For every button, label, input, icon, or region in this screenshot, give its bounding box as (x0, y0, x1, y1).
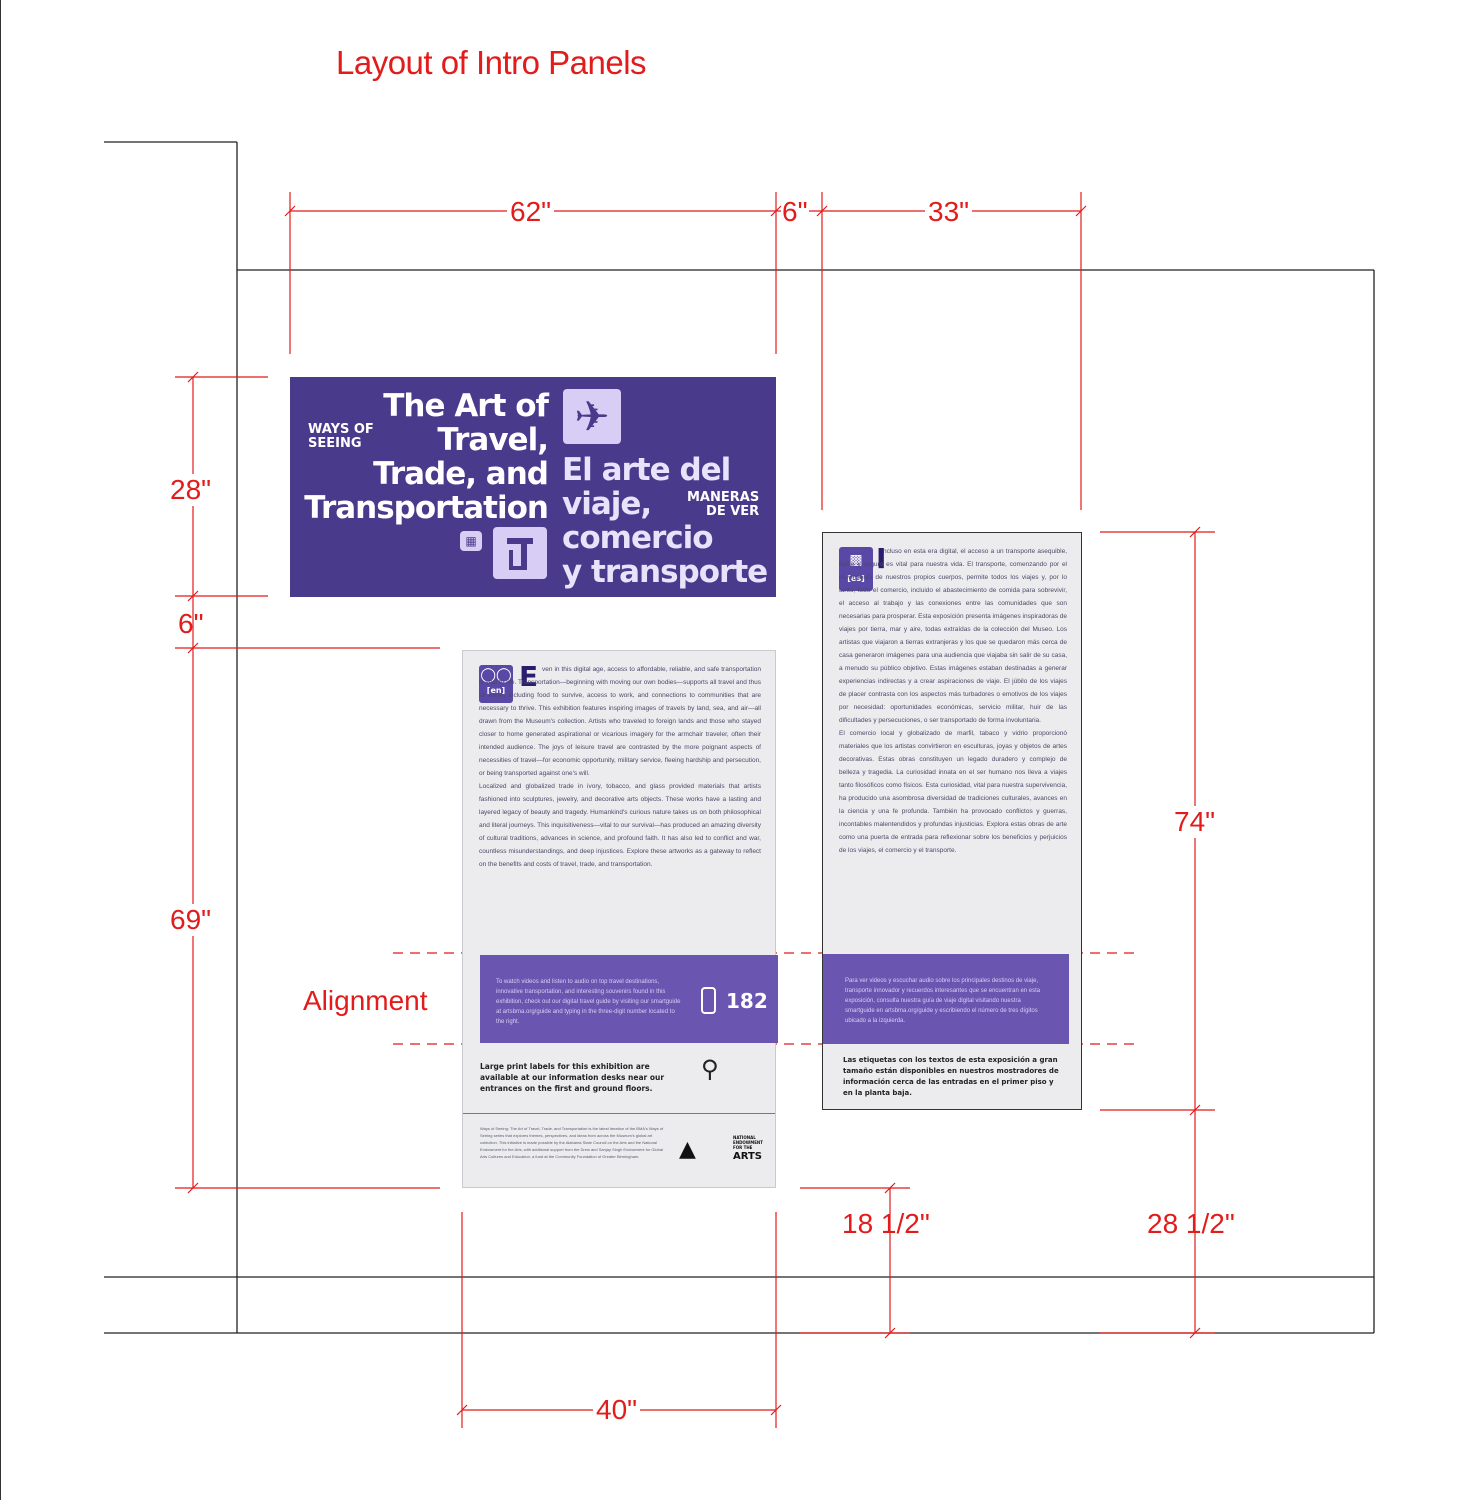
english-guide-band: To watch videos and listen to audio on t… (480, 955, 778, 1043)
dim-gap-height: 6" (178, 608, 204, 639)
magnifier-icon: ⚲ (701, 1055, 719, 1083)
luggage-person-glyph (507, 538, 533, 570)
state-council-logo: ▲ (679, 1137, 696, 1162)
dim-spanish-panel-floor: 28 1/2" (1147, 1208, 1235, 1239)
nea-arts-logo: ARTS (733, 1151, 763, 1162)
credits-text: Ways of Seeing: The Art of Travel, Trade… (480, 1126, 664, 1159)
panel-divider (463, 1113, 775, 1114)
english-body-text: ven in this digital age, access to affor… (479, 666, 761, 868)
english-exhibition-title: The Art of Travel, Trade, and Transporta… (304, 388, 549, 526)
airplane-icon: ✈ (563, 389, 621, 444)
english-large-print-note: Large print labels for this exhibition a… (480, 1062, 665, 1093)
nea-logo-text: NATIONAL ENDOWMENT FOR THE (733, 1135, 764, 1150)
dim-gap-width: 6" (781, 196, 809, 227)
luggage-person-icon (493, 527, 547, 579)
title-panel: WAYS OF SEEING The Art of Travel, Trade,… (290, 377, 776, 597)
dim-title-panel-height: 28" (170, 474, 212, 506)
dim-spanish-panel-height: 74" (1174, 806, 1216, 838)
spanish-body-text: ncluso en esta era digital, el acceso a … (839, 548, 1067, 854)
spanish-intro-panel: ▩ [es] I ncluso en esta era digital, el … (822, 532, 1082, 1110)
dim-english-panel-width: 40" (593, 1396, 641, 1424)
maneras-de-ver-label: MANERAS DE VER (687, 490, 760, 519)
dim-english-panel-floor: 18 1/2" (842, 1208, 930, 1239)
dim-english-panel-height: 69" (170, 904, 212, 936)
guide-number: 182 (726, 989, 768, 1013)
english-intro-panel: ◯◯ [en] E ven in this digital age, acces… (462, 650, 778, 1188)
phone-icon (701, 987, 716, 1014)
english-guide-text: To watch videos and listen to audio on t… (496, 979, 681, 1025)
spanish-guide-text: Para ver videos y escuchar audio sobre l… (845, 978, 1041, 1024)
guide-icon: ▦ (460, 531, 482, 551)
spanish-guide-band: Para ver videos y escuchar audio sobre l… (823, 954, 1069, 1044)
spanish-large-print-note: Las etiquetas con los textos de esta exp… (843, 1056, 1059, 1097)
dim-spanish-panel-width: 33" (925, 198, 973, 226)
alignment-label: Alignment (303, 985, 428, 1016)
spanish-exhibition-title: El arte del viaje, comercio y transporte (562, 452, 768, 590)
dim-title-panel-width: 62" (507, 198, 555, 226)
